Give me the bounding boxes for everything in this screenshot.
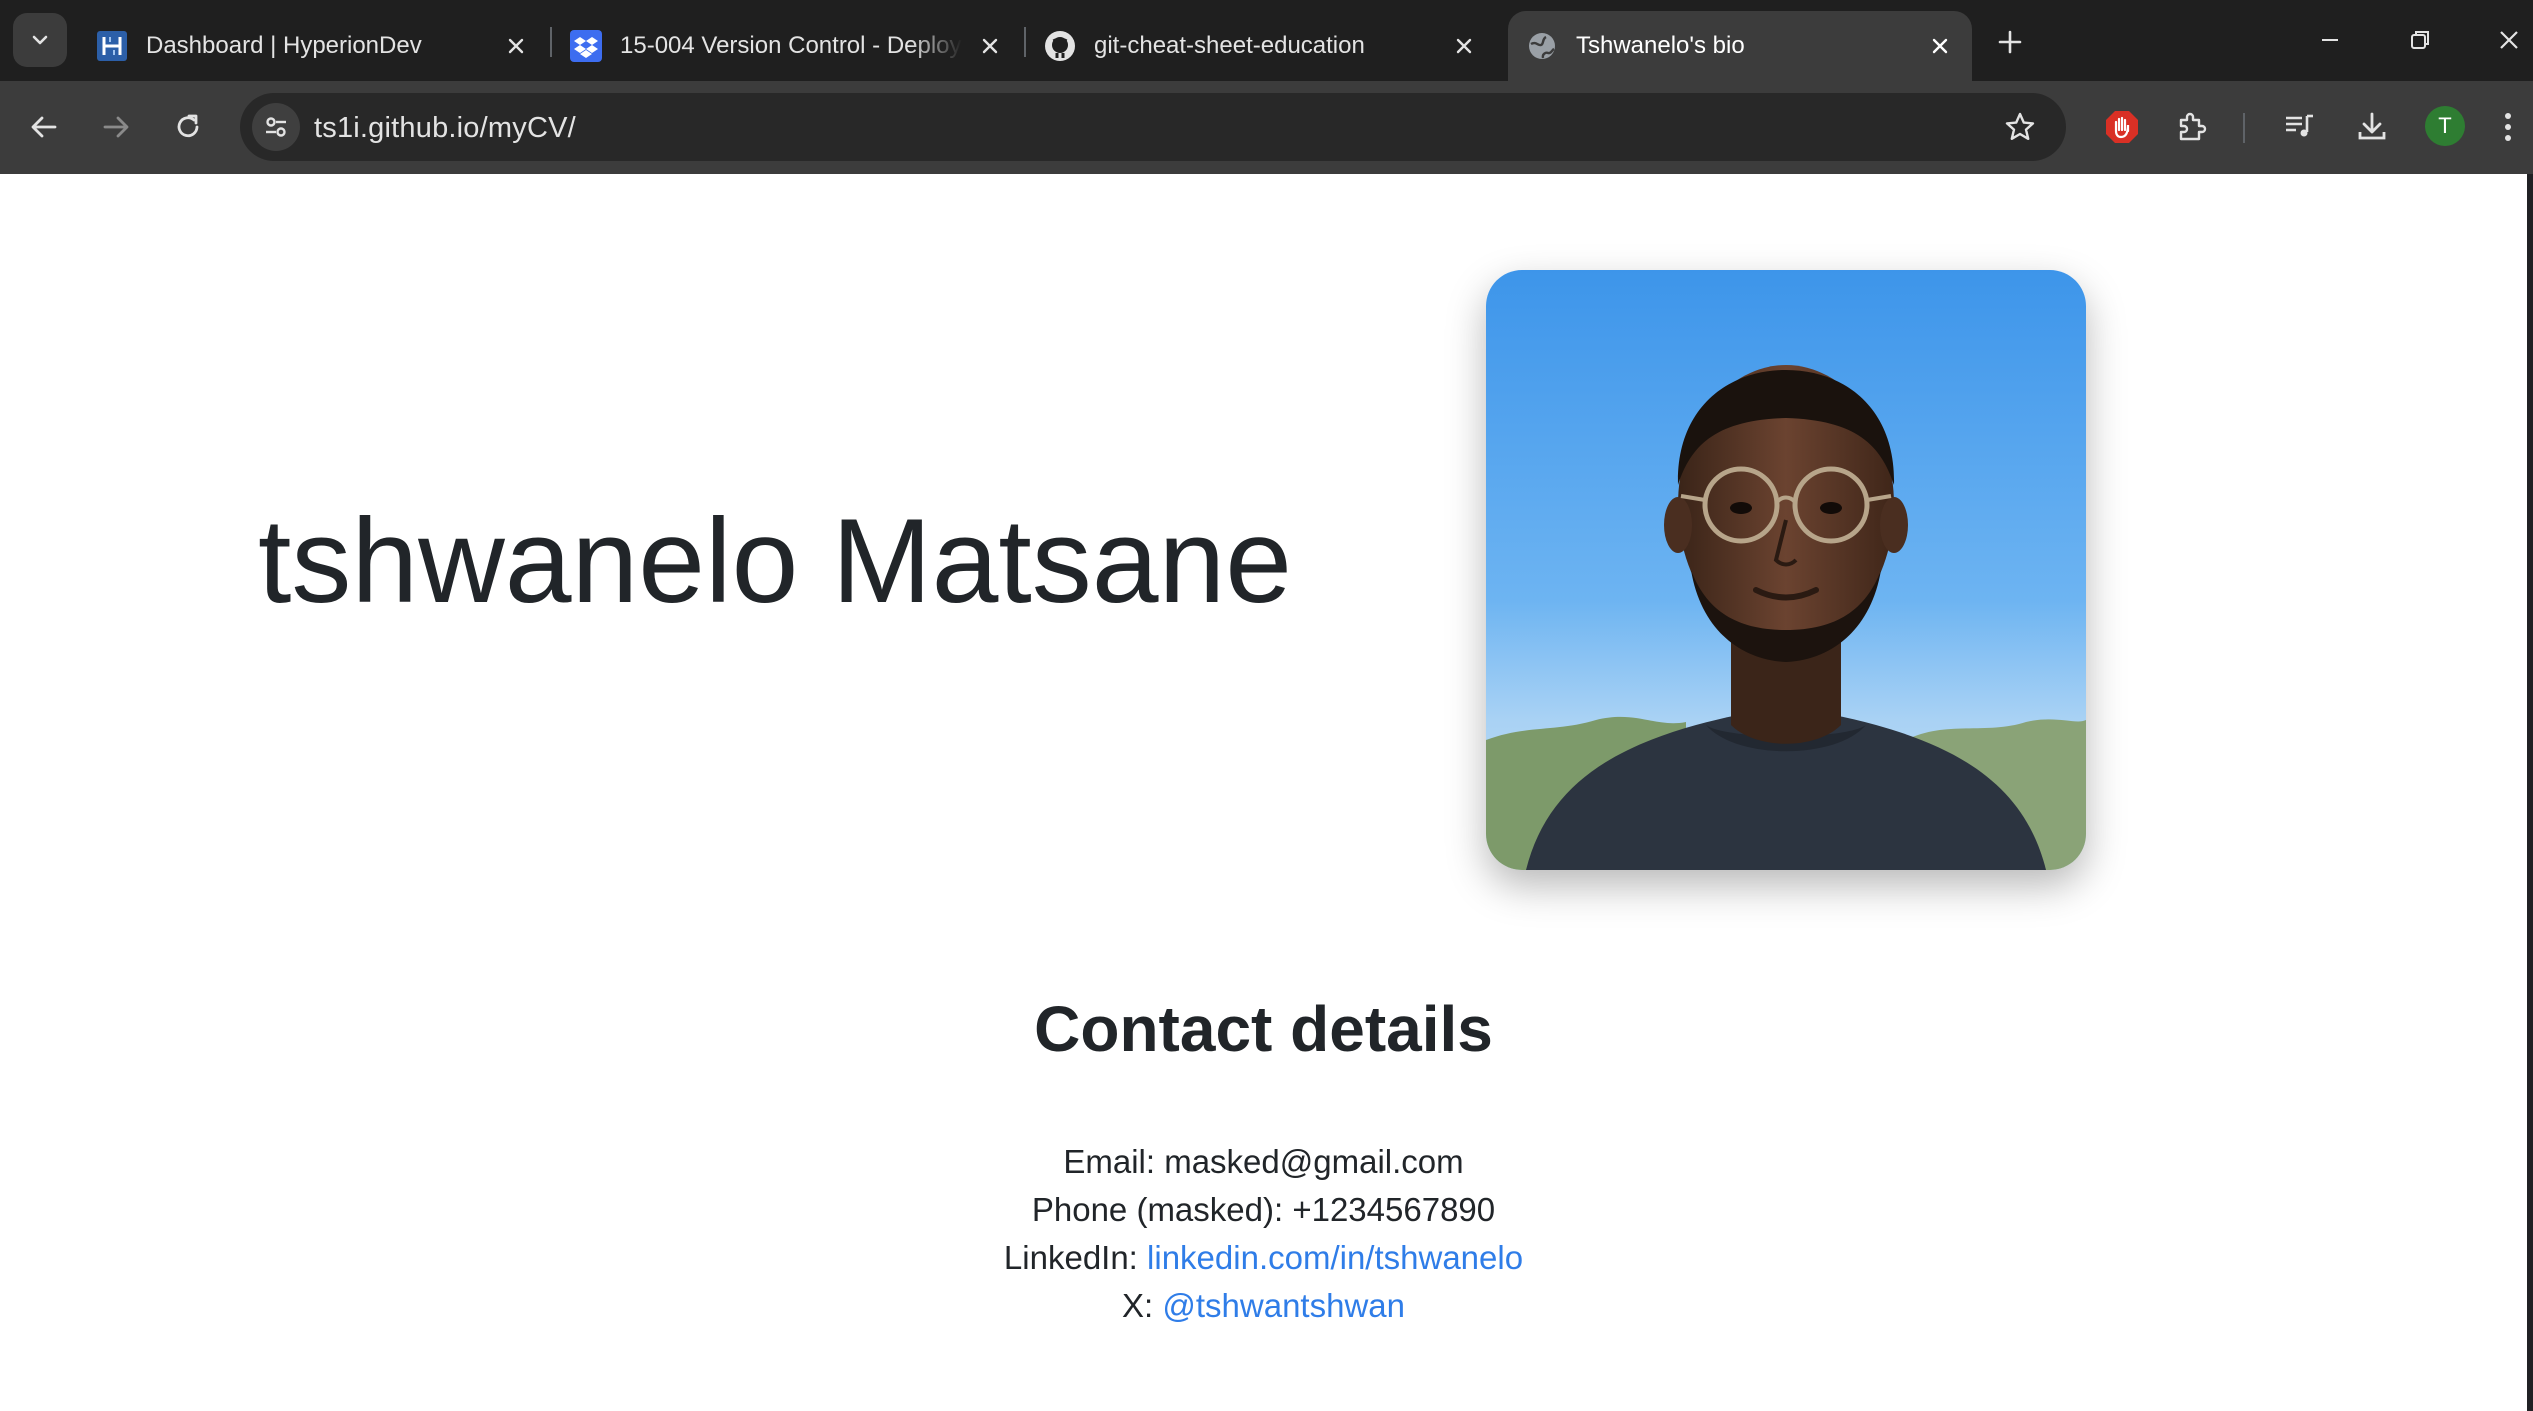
tab-tshwanelo-bio[interactable]: Tshwanelo's bio — [1508, 11, 1972, 81]
linkedin-label: LinkedIn: — [1003, 1239, 1138, 1276]
profile-avatar[interactable]: T — [2425, 106, 2465, 146]
page-title: tshwanelo Matsane — [258, 494, 1292, 628]
close-icon[interactable] — [1922, 28, 1958, 64]
tab-title: git-cheat-sheet-education — [1094, 32, 1365, 59]
contact-heading: Contact details — [1034, 993, 1493, 1065]
plus-icon — [1998, 30, 2022, 54]
tab-title: 15-004 Version Control - Deploy — [620, 32, 962, 59]
back-button[interactable] — [18, 101, 70, 153]
close-icon[interactable] — [972, 28, 1008, 64]
extensions-button[interactable] — [2168, 103, 2216, 151]
more-vert-icon — [2505, 113, 2511, 141]
tab-title: Dashboard | HyperionDev — [146, 32, 422, 59]
scrollbar[interactable] — [2527, 174, 2533, 1411]
close-icon — [2500, 31, 2518, 49]
media-control-button[interactable] — [2276, 103, 2324, 151]
dropbox-icon — [570, 30, 602, 62]
reload-button[interactable] — [162, 101, 214, 153]
tab-search-button[interactable] — [13, 13, 67, 67]
arrow-right-icon — [103, 116, 129, 138]
minimize-icon — [2322, 39, 2338, 41]
star-icon — [2005, 112, 2035, 140]
phone-line: Phone (masked): +1234567890 — [0, 1186, 2527, 1234]
restore-button[interactable] — [2390, 14, 2450, 66]
queue-music-icon — [2286, 114, 2313, 137]
github-icon — [1044, 30, 1076, 62]
site-info-button[interactable] — [252, 103, 300, 151]
tab-dashboard-hyperiondev[interactable]: Dashboard | HyperionDev — [78, 11, 548, 81]
toolbar-separator — [2243, 113, 2245, 143]
menu-button[interactable] — [2488, 103, 2528, 151]
new-tab-button[interactable] — [1988, 20, 2032, 64]
email-label: Email: — [1063, 1143, 1156, 1180]
browser-toolbar: ts1i.github.io/myCV/ — [0, 81, 2533, 174]
close-icon[interactable] — [1446, 28, 1482, 64]
downloads-button[interactable] — [2348, 103, 2396, 151]
browser-chrome: Dashboard | HyperionDev 15-004 Version C… — [0, 0, 2533, 174]
close-icon[interactable] — [498, 28, 534, 64]
phone-value: +1234567890 — [1292, 1191, 1496, 1228]
email-value: masked@gmail.com — [1164, 1143, 1464, 1180]
phone-label: Phone (masked): — [1031, 1191, 1284, 1228]
email-line: Email: masked@gmail.com — [0, 1138, 2527, 1186]
chevron-down-icon — [32, 35, 48, 45]
bookmark-button[interactable] — [2000, 107, 2040, 147]
restore-icon — [2411, 31, 2429, 49]
arrow-left-icon — [31, 116, 57, 138]
stop-hand-icon — [2106, 111, 2138, 143]
hyperiondev-icon — [96, 30, 128, 62]
tab-git-cheat-sheet[interactable]: git-cheat-sheet-education — [1026, 11, 1496, 81]
x-line: X: @tshwantshwan — [0, 1282, 2527, 1330]
profile-photo — [1486, 270, 2086, 870]
tab-title: Tshwanelo's bio — [1576, 32, 1745, 59]
forward-button[interactable] — [90, 101, 142, 153]
minimize-button[interactable] — [2300, 14, 2360, 66]
tab-strip: Dashboard | HyperionDev 15-004 Version C… — [0, 0, 2533, 81]
download-icon — [2358, 112, 2386, 140]
linkedin-line: LinkedIn: linkedin.com/in/tshwanelo — [0, 1234, 2527, 1282]
address-bar[interactable]: ts1i.github.io/myCV/ — [240, 93, 2066, 161]
tab-version-control[interactable]: 15-004 Version Control - Deploy — [552, 11, 1022, 81]
url-text[interactable]: ts1i.github.io/myCV/ — [314, 112, 576, 145]
x-link[interactable]: @tshwantshwan — [1162, 1287, 1405, 1324]
adblock-extension-button[interactable] — [2098, 103, 2146, 151]
tune-icon — [266, 117, 286, 137]
globe-icon — [1526, 30, 1558, 62]
x-label: X: — [1122, 1287, 1154, 1324]
page-content: tshwanelo Matsane Contact details Email:… — [0, 174, 2527, 1411]
reload-icon — [177, 114, 199, 138]
contact-list: Email: masked@gmail.com Phone (masked): … — [0, 1138, 2527, 1330]
puzzle-icon — [2179, 112, 2207, 141]
window-close-button[interactable] — [2485, 14, 2533, 66]
linkedin-link[interactable]: linkedin.com/in/tshwanelo — [1147, 1239, 1523, 1276]
